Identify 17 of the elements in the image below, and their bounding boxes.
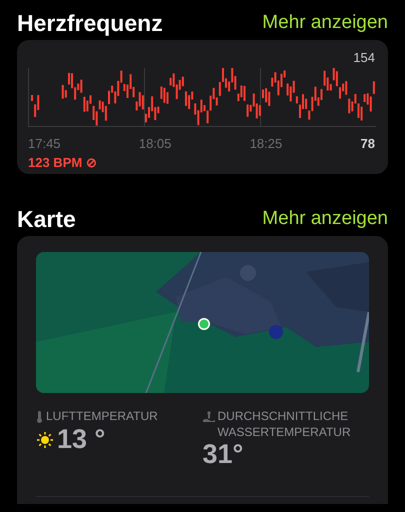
axis-min-label: 78 [360,134,375,152]
time-label: 17:45 [28,134,62,152]
swimmer-icon [202,409,214,425]
no-entry-icon: ⊘ [86,153,98,172]
stat-label: LUFTTEMPERATUR [46,409,158,425]
axis-max-label: 154 [352,49,375,67]
stat-value: 13 ° [57,424,106,454]
thermometer-icon [36,409,43,425]
section-title: Karte [17,204,76,234]
more-link[interactable]: Mehr anzeigen [262,8,388,38]
more-link[interactable]: Mehr anzeigen [262,204,388,234]
stat-label: DURCHSCHNITTLICHE WASSERTEMPERATUR [218,409,352,440]
time-label: 18:05 [138,134,172,152]
heart-rate-reading: 123 BPM [28,154,82,172]
section-title: Herzfrequenz [17,8,163,38]
stat-value: 31° [202,440,244,470]
time-label: 18:25 [250,134,284,152]
